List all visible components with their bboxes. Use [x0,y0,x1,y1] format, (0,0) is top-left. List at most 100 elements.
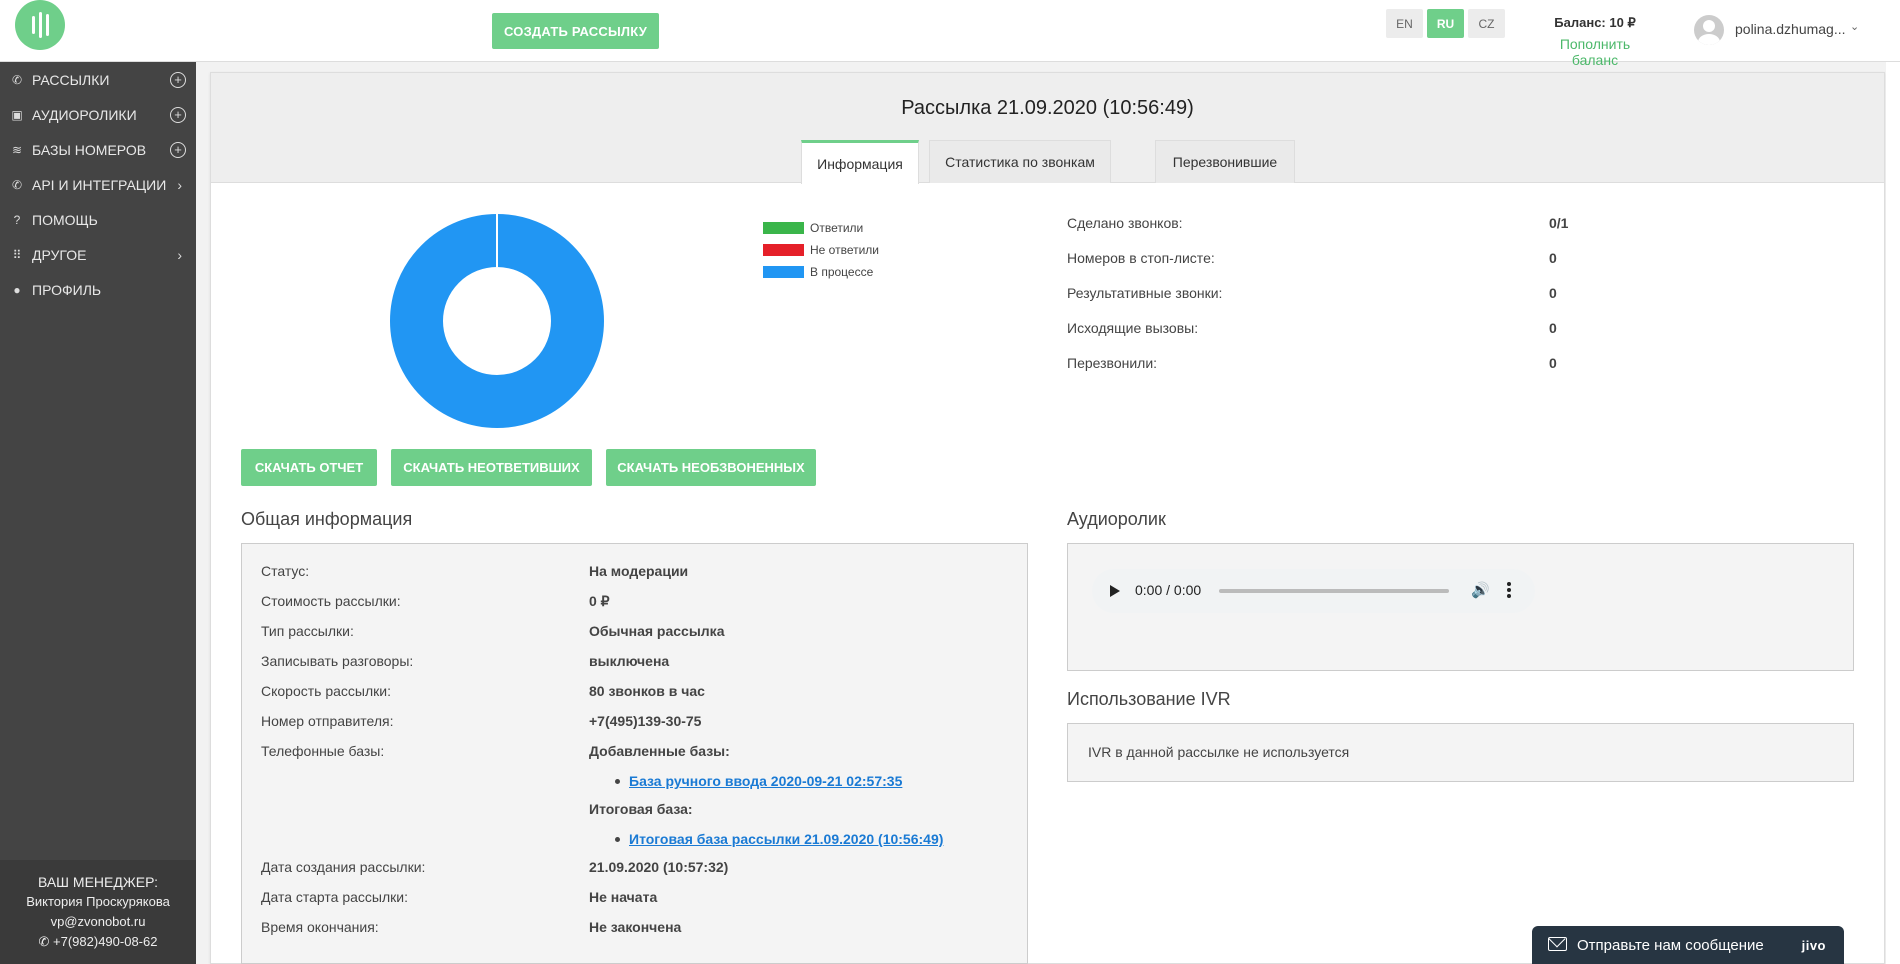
audio-icon: ▣ [11,107,23,122]
sidebar-item-profile[interactable]: ● ПРОФИЛЬ [0,272,196,307]
status-donut-chart [390,214,604,428]
info-value: выключена [589,653,670,669]
audio-seek-bar[interactable] [1219,589,1449,593]
stat-effective-value: 0 [1549,285,1557,301]
envelope-icon [1548,937,1567,951]
info-value: 0 ₽ [589,593,610,609]
play-icon[interactable] [1110,585,1120,597]
tab-callbacks[interactable]: Перезвонившие [1155,140,1295,183]
final-base-title: Итоговая база: [589,801,693,817]
final-base-link[interactable]: Итоговая база рассылки 21.09.2020 (10:56… [629,831,943,847]
sidebar-item-other[interactable]: ⠿ ДРУГОЕ › [0,237,196,272]
chevron-right-icon: › [177,246,182,263]
legend-label: В процессе [810,265,874,279]
legend-swatch [763,222,804,234]
phone-icon: ✆ [38,934,54,949]
audio-title: Аудиоролик [1067,509,1166,529]
download-report-button[interactable]: СКАЧАТЬ ОТЧЕТ [241,449,377,486]
add-circle-icon[interactable]: + [170,141,186,158]
list-bullet [615,779,620,784]
integration-icon: ✆ [11,177,23,192]
topup-link[interactable]: Пополнить баланс [1535,36,1655,68]
grid-icon: ⠿ [12,247,22,262]
create-mailing-button[interactable]: СОЗДАТЬ РАССЫЛКУ [492,13,659,49]
info-label: Номер отправителя: [261,713,394,729]
info-label: Статус: [261,563,310,579]
sidebar-item-help[interactable]: ? ПОМОЩЬ [0,202,196,237]
download-unanswered-button[interactable]: СКАЧАТЬ НЕОТВЕТИВШИХ [391,449,592,486]
stat-outgoing-label: Исходящие вызовы: [1067,320,1199,336]
manager-panel: ВАШ МЕНЕДЖЕР: Виктория Проскурякова vp@z… [0,860,196,964]
sidebar-item-label: ПРОФИЛЬ [32,281,102,298]
more-options-icon[interactable] [1507,582,1511,598]
sidebar-item-label: РАССЫЛКИ [32,71,110,88]
top-bar: СОЗДАТЬ РАССЫЛКУ EN RU CZ Баланс: 10 ₽ П… [0,0,1900,68]
logo[interactable] [15,0,65,50]
info-value: 21.09.2020 (10:57:32) [589,859,729,875]
legend-label: Ответили [810,221,864,235]
sidebar-item-label: АУДИОРОЛИКИ [32,106,137,123]
jivo-logo: jivo [1801,937,1826,953]
legend-unanswered: Не ответили [763,243,879,257]
info-label: Время окончания: [261,919,379,935]
phone-icon: ✆ [11,72,23,87]
manager-email[interactable]: vp@zvonobot.ru [0,912,196,932]
chevron-right-icon: › [177,176,182,193]
chat-widget[interactable]: Отправьте нам сообщение jivo [1532,926,1844,964]
tab-info[interactable]: Информация [801,140,919,184]
info-label: Записывать разговоры: [261,653,414,669]
user-icon: ● [13,282,21,297]
stat-stoplist-value: 0 [1549,250,1557,266]
chevron-down-icon[interactable]: ⌄ [1850,20,1859,33]
lang-en-button[interactable]: EN [1386,9,1423,38]
info-label: Дата создания рассылки: [261,859,426,875]
info-label: Скорость рассылки: [261,683,391,699]
sidebar: ✆ РАССЫЛКИ + ▣ АУДИОРОЛИКИ + ≋ БАЗЫ НОМЕ… [0,62,196,964]
lang-cz-button[interactable]: CZ [1468,9,1505,38]
balance-text: Баланс: 10 ₽ [1554,15,1636,30]
info-value: Не начата [589,889,658,905]
info-value: Не закончена [589,919,682,935]
info-value: 80 звонков в час [589,683,705,699]
help-icon: ? [13,212,21,227]
sidebar-item-label: ПОМОЩЬ [32,211,98,228]
lang-ru-button[interactable]: RU [1427,9,1464,38]
stat-calls-made-label: Сделано звонков: [1067,215,1183,231]
chat-text: Отправьте нам сообщение [1577,936,1764,954]
sidebar-item-label: API И ИНТЕГРАЦИИ [32,176,167,193]
stat-outgoing-value: 0 [1549,320,1557,336]
sidebar-item-mailings[interactable]: ✆ РАССЫЛКИ + [0,62,196,97]
sidebar-item-databases[interactable]: ≋ БАЗЫ НОМЕРОВ + [0,132,196,167]
info-label: Стоимость рассылки: [261,593,401,609]
stat-stoplist-label: Номеров в стоп-листе: [1067,250,1215,266]
sidebar-item-audio[interactable]: ▣ АУДИОРОЛИКИ + [0,97,196,132]
stat-calls-made-value: 0/1 [1549,215,1569,231]
sidebar-item-api[interactable]: ✆ API И ИНТЕГРАЦИИ › [0,167,196,202]
add-circle-icon[interactable]: + [170,106,186,123]
page-title: Рассылка 21.09.2020 (10:56:49) [901,97,1194,119]
added-base-link[interactable]: База ручного ввода 2020-09-21 02:57:35 [629,773,902,789]
avatar[interactable] [1694,15,1724,45]
info-label: Тип рассылки: [261,623,354,639]
info-value: +7(495)139-30-75 [589,713,702,729]
legend-swatch [763,266,804,278]
audio-time: 0:00 / 0:00 [1135,582,1202,598]
info-value: Добавленные базы: [589,743,730,759]
list-bullet [615,837,620,842]
tab-call-stats[interactable]: Статистика по звонкам [929,140,1111,183]
ivr-title: Использование IVR [1067,689,1231,709]
manager-phone[interactable]: +7(982)490-08-62 [53,934,157,949]
volume-icon[interactable]: 🔊 [1471,581,1490,599]
download-uncalled-button[interactable]: СКАЧАТЬ НЕОБЗВОНЕННЫХ [606,449,816,486]
stat-effective-label: Результативные звонки: [1067,285,1223,301]
manager-title: ВАШ МЕНЕДЖЕР: [37,874,159,890]
legend-swatch [763,244,804,256]
manager-phone-row: ✆ +7(982)490-08-62 [0,932,196,952]
add-circle-icon[interactable]: + [170,71,186,88]
legend-in-progress: В процессе [763,265,873,279]
ivr-text: IVR в данной рассылке не используется [1088,744,1350,760]
scrollbar[interactable] [1886,62,1900,964]
stat-callbacks-label: Перезвонили: [1067,355,1158,371]
stat-callbacks-value: 0 [1549,355,1557,371]
username[interactable]: polina.dzhumag... [1735,21,1846,37]
